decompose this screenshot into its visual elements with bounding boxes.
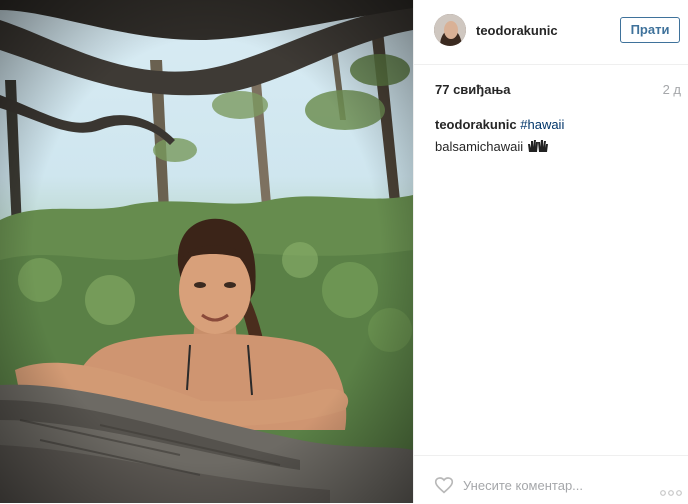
avatar-image xyxy=(434,14,466,46)
comment-input[interactable] xyxy=(463,478,613,493)
instagram-post: teodorakunic Прати 77 свиђања 2 д teodor… xyxy=(0,0,688,503)
post-sidebar: teodorakunic Прати 77 свиђања 2 д teodor… xyxy=(413,0,688,503)
caption: teodorakunic #hawaii balsamichawaii xyxy=(435,114,675,160)
post-age[interactable]: 2 д xyxy=(663,82,681,97)
caption-username[interactable]: teodorakunic xyxy=(435,117,517,132)
comment-bar xyxy=(414,455,688,504)
caption-line-2: balsamichawaii xyxy=(435,136,675,160)
more-options-icon[interactable] xyxy=(660,483,682,501)
heart-outline-icon[interactable] xyxy=(434,476,454,499)
post-header: teodorakunic Прати xyxy=(414,0,688,65)
caption-line-1: teodorakunic #hawaii xyxy=(435,114,675,136)
likes-count[interactable]: 77 свиђања xyxy=(435,82,510,97)
raised-hands-icon xyxy=(527,138,549,160)
hashtag-link[interactable]: #hawaii xyxy=(520,117,564,132)
photo-illustration xyxy=(0,0,413,503)
post-photo[interactable] xyxy=(0,0,413,503)
avatar[interactable] xyxy=(434,14,466,46)
follow-button[interactable]: Прати xyxy=(620,17,680,43)
username-link[interactable]: teodorakunic xyxy=(476,23,558,38)
caption-text: balsamichawaii xyxy=(435,139,524,154)
